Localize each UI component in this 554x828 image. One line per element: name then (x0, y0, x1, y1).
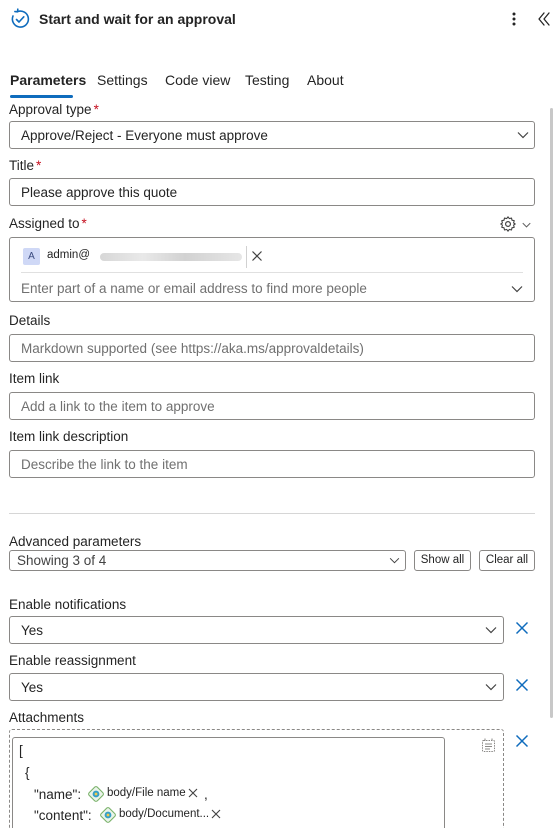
tab-about[interactable]: About (307, 72, 344, 88)
chevron-down-icon (485, 627, 497, 634)
chip-separator-line (21, 272, 523, 273)
code-content-key: "content": (34, 808, 92, 823)
title-value: Please approve this quote (21, 185, 178, 200)
title-input[interactable]: Please approve this quote (9, 178, 535, 206)
token-file-name-text: body/File name (107, 787, 186, 799)
attachments-label: Attachments (9, 710, 85, 725)
dynamic-content-token-document[interactable]: body/Document... (99, 805, 225, 825)
tab-settings[interactable]: Settings (97, 72, 148, 88)
assigned-to-field[interactable]: A admin@ Enter part of a name or email a… (9, 237, 535, 302)
advanced-parameters-label: Advanced parameters (9, 534, 142, 549)
avatar: A (23, 248, 40, 265)
approval-type-value: Approve/Reject - Everyone must approve (21, 128, 268, 143)
enable-reassignment-label: Enable reassignment (9, 653, 136, 668)
more-options-icon[interactable] (506, 8, 522, 30)
redacted-email-blur (100, 253, 242, 261)
collapse-panel-icon[interactable] (537, 9, 551, 29)
advanced-parameters-dropdown[interactable]: Showing 3 of 4 (9, 550, 406, 571)
chevron-down-icon (389, 557, 400, 564)
gear-chevron-down-icon[interactable] (522, 222, 531, 228)
sharepoint-connector-icon (88, 786, 104, 802)
chevron-down-icon (485, 684, 497, 691)
chip-divider (246, 246, 247, 268)
code-comma: , (204, 787, 208, 802)
section-divider (9, 513, 535, 514)
approval-type-dropdown[interactable]: Approve/Reject - Everyone must approve (9, 121, 535, 149)
details-input[interactable]: Markdown supported (see https://aka.ms/a… (9, 334, 535, 362)
approval-loop-icon (11, 8, 30, 28)
details-placeholder: Markdown supported (see https://aka.ms/a… (21, 341, 364, 356)
enable-notifications-value: Yes (21, 623, 44, 638)
enable-reassignment-dropdown[interactable]: Yes (9, 673, 504, 701)
code-open-bracket: [ (19, 743, 23, 758)
show-all-button[interactable]: Show all (414, 550, 471, 571)
remove-attachments-close-icon[interactable] (515, 734, 529, 748)
active-tab-indicator (10, 95, 73, 98)
tab-testing[interactable]: Testing (245, 72, 289, 88)
code-name-key: "name": (34, 787, 82, 802)
dynamic-content-token-file-name[interactable]: body/File name (87, 784, 201, 804)
sharepoint-connector-icon (100, 807, 116, 823)
enable-notifications-dropdown[interactable]: Yes (9, 616, 504, 644)
panel-header: Start and wait for an approval (0, 0, 554, 40)
item-link-description-placeholder: Describe the link to the item (21, 457, 188, 472)
assigned-to-label: Assigned to * (9, 216, 87, 231)
assignee-email: admin@ (47, 249, 90, 261)
remove-token-close-icon[interactable] (188, 788, 198, 798)
remove-assignee-close-icon[interactable] (251, 250, 263, 262)
item-link-placeholder: Add a link to the item to approve (21, 399, 215, 414)
remove-token-close-icon[interactable] (211, 809, 221, 819)
assigned-to-search-input[interactable]: Enter part of a name or email address to… (21, 281, 367, 296)
scrollbar[interactable] (550, 108, 553, 718)
enable-reassignment-value: Yes (21, 680, 44, 695)
item-link-description-label: Item link description (9, 429, 129, 444)
chevron-down-icon (517, 132, 529, 139)
page-title: Start and wait for an approval (39, 11, 236, 27)
code-open-brace: { (25, 765, 30, 780)
tab-bar: Parameters Settings Code view Testing Ab… (0, 70, 554, 100)
enable-notifications-label: Enable notifications (9, 597, 127, 612)
clear-all-button[interactable]: Clear all (479, 550, 535, 571)
assignee-chip: A admin@ (21, 246, 266, 268)
approval-type-label: Approval type * (9, 102, 99, 117)
chevron-down-icon[interactable] (511, 285, 523, 293)
remove-enable-reassignment-close-icon[interactable] (515, 678, 529, 692)
item-link-input[interactable]: Add a link to the item to approve (9, 392, 535, 420)
item-link-label: Item link (9, 371, 60, 386)
token-document-text: body/Document... (119, 808, 210, 820)
title-label: Title * (9, 158, 42, 173)
switch-input-mode-icon[interactable] (480, 737, 497, 754)
item-link-description-input[interactable]: Describe the link to the item (9, 450, 535, 478)
gear-icon[interactable] (499, 215, 517, 233)
advanced-parameters-value: Showing 3 of 4 (17, 553, 107, 568)
tab-code-view[interactable]: Code view (165, 72, 230, 88)
remove-enable-notifications-close-icon[interactable] (515, 621, 529, 635)
details-label: Details (9, 313, 51, 328)
tab-parameters[interactable]: Parameters (10, 72, 86, 88)
